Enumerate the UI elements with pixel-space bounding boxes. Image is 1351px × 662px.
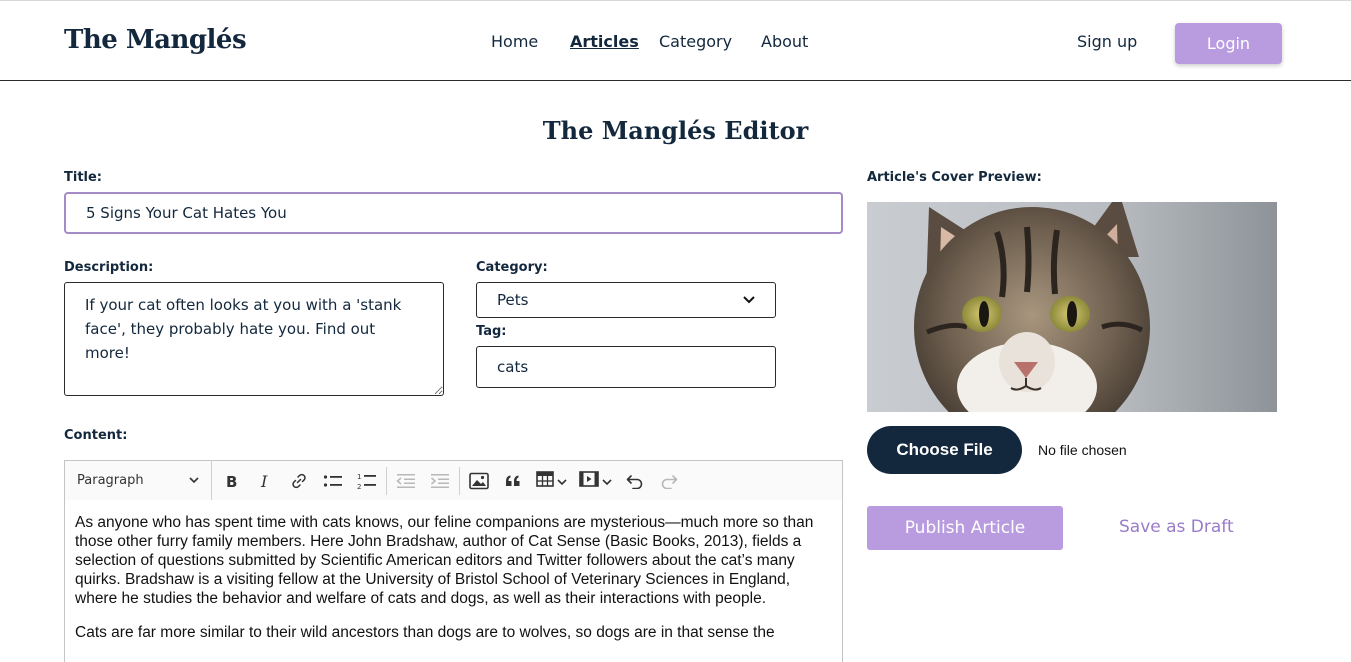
numbered-list-icon[interactable]: 12 [350,460,384,501]
tag-input[interactable] [476,346,776,388]
table-dropdown[interactable] [530,460,573,501]
quote-icon[interactable] [496,460,530,501]
content-label: Content: [64,428,128,443]
cover-preview-label: Article's Cover Preview: [867,170,1042,185]
title-input[interactable] [64,192,843,234]
media-dropdown[interactable] [573,460,618,501]
nav-about-link[interactable]: About [761,32,808,51]
svg-text:1: 1 [357,473,361,481]
outdent-icon[interactable] [389,460,423,501]
no-file-text: No file chosen [1038,442,1127,458]
svg-text:B: B [226,473,237,489]
description-textarea[interactable]: If your cat often looks at you with a 's… [64,282,444,396]
choose-file-button[interactable]: Choose File [867,426,1022,474]
indent-icon[interactable] [423,460,457,501]
toolbar-divider [386,466,387,495]
top-navbar: The Manglés Home Articles Category About… [0,0,1351,81]
category-label: Category: [476,260,548,275]
tag-label: Tag: [476,324,507,339]
page-title: The Manglés Editor [542,116,809,145]
italic-icon[interactable]: I [248,460,282,501]
nav-home-link[interactable]: Home [491,32,538,51]
media-icon [579,470,599,491]
image-icon[interactable] [462,460,496,501]
nav-category[interactable]: Category [659,32,732,51]
nav-category-link[interactable]: Category [659,32,732,51]
publish-article-button[interactable]: Publish Article [867,506,1063,550]
link-icon[interactable] [282,460,316,501]
nav-articles-link[interactable]: Articles [570,32,639,51]
paragraph-dropdown-label: Paragraph [77,473,144,488]
chevron-down-icon [743,294,755,307]
chevron-down-icon [189,473,199,488]
undo-icon[interactable] [618,460,652,501]
nav-about[interactable]: About [761,32,808,51]
editor-toolbar: Paragraph B I 12 [64,460,843,501]
content-paragraph: Cats are far more similar to their wild … [75,624,775,641]
redo-icon[interactable] [652,460,686,501]
svg-text:I: I [260,473,268,489]
bold-icon[interactable]: B [214,460,248,501]
category-select[interactable]: Pets [476,282,776,318]
save-draft-button[interactable]: Save as Draft [1119,517,1234,537]
chevron-down-icon [557,471,567,490]
rich-text-editor[interactable]: As anyone who has spent time with cats k… [64,500,843,662]
signup-link[interactable]: Sign up [1077,32,1137,51]
description-label: Description: [64,260,154,275]
nav-home[interactable]: Home [491,32,538,51]
paragraph-dropdown[interactable]: Paragraph [65,460,212,501]
table-icon [536,470,554,491]
title-label: Title: [64,170,103,185]
category-selected-value: Pets [497,291,529,309]
svg-text:2: 2 [357,483,361,490]
chevron-down-icon [602,471,612,490]
toolbar-divider [459,466,460,495]
content-paragraph: As anyone who has spent time with cats k… [75,514,814,607]
login-button[interactable]: Login [1175,23,1282,64]
nav-articles[interactable]: Articles [570,32,639,51]
bulleted-list-icon[interactable] [316,460,350,501]
cover-image [867,202,1277,412]
brand-logo[interactable]: The Manglés [64,25,247,55]
